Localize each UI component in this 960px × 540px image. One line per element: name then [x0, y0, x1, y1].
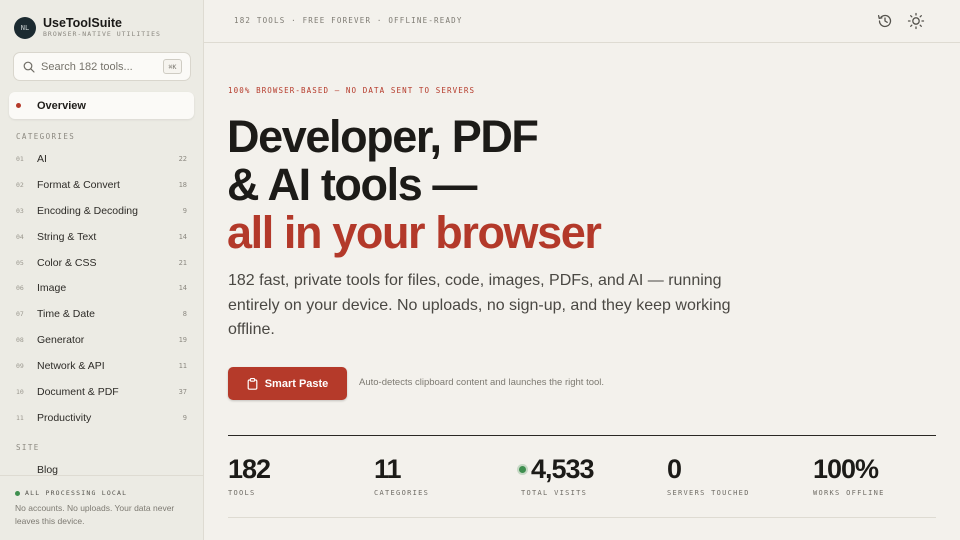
topbar-tagline: 182 TOOLS · FREE FOREVER · OFFLINE-READY: [234, 16, 463, 25]
stats-divider-top: [228, 435, 936, 436]
history-icon[interactable]: [876, 12, 894, 30]
search-box[interactable]: ⌘K: [13, 52, 191, 81]
category-count: 22: [178, 154, 187, 163]
category-number: 09: [16, 362, 24, 371]
stat-value: 0: [667, 454, 682, 484]
category-label: Network & API: [37, 360, 105, 373]
hero-description: 182 fast, private tools for files, code,…: [228, 272, 731, 338]
category-count: 9: [182, 206, 187, 215]
smart-paste-label: Smart Paste: [264, 377, 329, 390]
category-count: 9: [182, 413, 187, 422]
site-heading: SITE: [16, 443, 40, 452]
category-number: 07: [16, 310, 24, 319]
category-label: Document & PDF: [37, 385, 119, 398]
category-count: 18: [178, 180, 187, 189]
clipboard-icon: [247, 377, 258, 390]
sidebar-item-generator[interactable]: 08 Generator 19: [0, 327, 204, 353]
brand-tagline: BROWSER-NATIVE UTILITIES: [43, 30, 161, 38]
smart-paste-button[interactable]: Smart Paste: [228, 367, 347, 400]
category-count: 11: [178, 362, 187, 371]
sidebar-item-format-convert[interactable]: 02 Format & Convert 18: [0, 172, 204, 198]
category-label: Format & Convert: [37, 178, 120, 191]
category-count: 14: [178, 284, 187, 293]
category-number: 03: [16, 206, 24, 215]
category-number: 02: [16, 180, 24, 189]
stat-label: TOOLS: [228, 489, 256, 497]
status-dot: [15, 490, 20, 496]
stat-label: SERVERS TOUCHED: [667, 489, 750, 497]
active-indicator: [16, 103, 21, 108]
category-label: AI: [37, 152, 47, 165]
category-label: Encoding & Decoding: [37, 204, 138, 217]
sidebar-item-string-text[interactable]: 04 String & Text 14: [0, 224, 204, 250]
category-count: 19: [178, 336, 187, 345]
category-label: Generator: [37, 334, 85, 347]
smart-paste-note: Auto-detects clipboard content and launc…: [359, 377, 605, 388]
category-label: Productivity: [37, 411, 92, 424]
sidebar-footer: ALL PROCESSING LOCAL No accounts. No upl…: [0, 475, 203, 540]
categories-heading: CATEGORIES: [16, 132, 76, 141]
stat-works-offline: 100% WORKS OFFLINE: [813, 453, 885, 497]
sun-icon[interactable]: [907, 12, 925, 30]
category-number: 11: [16, 413, 24, 422]
sidebar-item-time-date[interactable]: 07 Time & Date 8: [0, 301, 204, 327]
search-icon: [23, 61, 35, 73]
brand-name: UseToolSuite: [43, 16, 122, 30]
stat-tools: 182 TOOLS: [228, 453, 271, 497]
stat-label: TOTAL VISITS: [521, 489, 588, 497]
stat-value: 11: [374, 454, 402, 484]
local-status-text: ALL PROCESSING LOCAL: [25, 489, 128, 497]
title-line-2: & AI tools —: [227, 159, 477, 210]
category-label: Image: [37, 282, 67, 295]
sidebar-item-productivity[interactable]: 11 Productivity 9: [0, 405, 204, 431]
sidebar: NL UseToolSuite BROWSER-NATIVE UTILITIES…: [0, 0, 204, 540]
title-line-3: all in your browser: [227, 207, 602, 258]
search-input[interactable]: [41, 60, 159, 73]
sidebar-item-document-pdf[interactable]: 10 Document & PDF 37: [0, 379, 204, 405]
sidebar-item-encoding-decoding[interactable]: 03 Encoding & Decoding 9: [0, 198, 204, 224]
category-count: 37: [178, 387, 187, 396]
sidebar-item-network-api[interactable]: 09 Network & API 11: [0, 353, 204, 379]
brand[interactable]: NL UseToolSuite BROWSER-NATIVE UTILITIES: [14, 16, 161, 39]
category-number: 10: [16, 387, 24, 396]
logo-text: NL: [20, 23, 30, 32]
stat-categories: 11 CATEGORIES: [374, 453, 429, 497]
category-count: 8: [182, 310, 187, 319]
category-number: 06: [16, 284, 24, 293]
category-list: 01 AI 22 02 Format & Convert 18 03 Encoding &…: [0, 146, 204, 431]
search-shortcut: ⌘K: [163, 59, 182, 74]
sidebar-item-overview[interactable]: Overview: [9, 92, 194, 119]
stat-value: 182: [228, 454, 271, 484]
category-number: 05: [16, 258, 24, 267]
title-line-1: Developer, PDF: [227, 111, 539, 162]
stat-total-visits: 4,533 TOTAL VISITS: [518, 453, 595, 497]
category-label: Time & Date: [37, 308, 95, 321]
sidebar-item-color-css[interactable]: 05 Color & CSS 21: [0, 250, 204, 276]
sidebar-item-label: Overview: [37, 99, 86, 112]
stat-value: 4,533: [531, 454, 595, 484]
category-number: 01: [16, 154, 24, 163]
stat-label: WORKS OFFLINE: [813, 489, 885, 497]
category-number: 04: [16, 232, 24, 241]
brand-logo: NL: [14, 16, 36, 39]
privacy-note: No accounts. No uploads. Your data never…: [15, 503, 175, 526]
category-label: Color & CSS: [37, 256, 97, 269]
topbar: 182 TOOLS · FREE FOREVER · OFFLINE-READY: [204, 0, 960, 43]
stats-divider-bottom: [228, 517, 936, 518]
sidebar-item-image[interactable]: 06 Image 14: [0, 275, 204, 301]
category-label: String & Text: [37, 230, 97, 243]
category-count: 14: [178, 232, 187, 241]
stat-label: CATEGORIES: [374, 489, 430, 497]
local-status: ALL PROCESSING LOCAL: [15, 489, 127, 497]
hero-eyebrow: 100% BROWSER-BASED — NO DATA SENT TO SER…: [228, 86, 476, 95]
category-count: 21: [178, 258, 187, 267]
live-indicator: [519, 465, 526, 473]
sidebar-item-ai[interactable]: 01 AI 22: [0, 146, 204, 172]
category-number: 08: [16, 336, 24, 345]
stat-servers-touched: 0 SERVERS TOUCHED: [667, 453, 750, 497]
page-title: Developer, PDF & AI tools — all in your …: [227, 111, 602, 258]
stat-value: 100%: [813, 454, 879, 484]
